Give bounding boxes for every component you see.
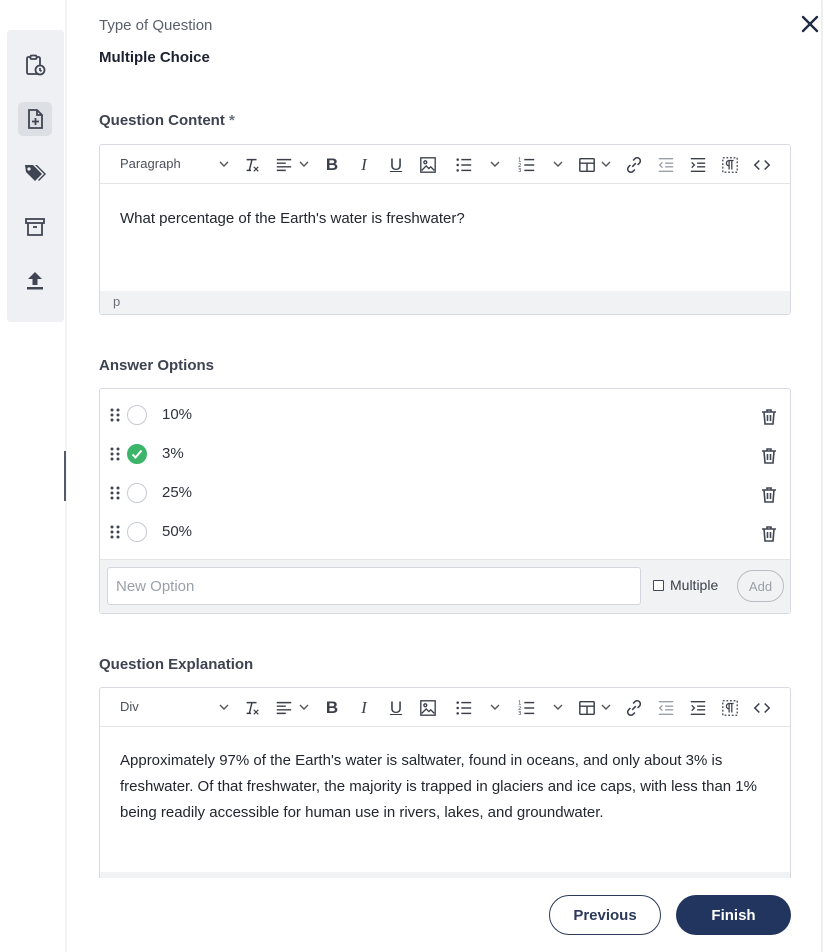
editor-footer-strip: [100, 872, 790, 878]
trash-icon[interactable]: [760, 408, 778, 426]
resize-handle[interactable]: [64, 451, 66, 501]
indent-icon[interactable]: [687, 154, 709, 176]
add-option-bar: Multiple Add: [100, 559, 790, 613]
answer-option-text[interactable]: 10%: [162, 406, 192, 423]
answer-option-text[interactable]: 25%: [162, 484, 192, 501]
numbered-list-icon[interactable]: 123: [516, 697, 538, 719]
archive-icon[interactable]: [18, 210, 52, 244]
bullet-list-icon[interactable]: [453, 154, 475, 176]
previous-button[interactable]: Previous: [549, 895, 661, 935]
add-option-button[interactable]: Add: [737, 570, 784, 602]
question-explanation-text[interactable]: Approximately 97% of the Earth's water i…: [100, 727, 790, 848]
chevron-down-icon[interactable]: [600, 158, 612, 170]
table-icon[interactable]: [576, 154, 598, 176]
chevron-down-icon[interactable]: [218, 701, 230, 713]
table-icon[interactable]: [576, 697, 598, 719]
numbered-list-icon[interactable]: 123: [516, 154, 538, 176]
side-rail: [7, 30, 64, 322]
answer-option-text[interactable]: 3%: [162, 445, 184, 462]
question-content-editor[interactable]: Paragraph B I U 123 What percentage of t…: [99, 144, 791, 315]
link-icon[interactable]: [623, 697, 645, 719]
image-icon[interactable]: [417, 697, 439, 719]
answer-options-label: Answer Options: [99, 357, 215, 374]
required-mark: *: [229, 112, 235, 129]
image-icon[interactable]: [417, 154, 439, 176]
correct-answer-radio[interactable]: [127, 483, 147, 503]
drag-handle-icon[interactable]: [110, 447, 120, 461]
chevron-down-icon[interactable]: [218, 158, 230, 170]
show-blocks-icon[interactable]: [719, 697, 741, 719]
show-blocks-icon[interactable]: [719, 154, 741, 176]
finish-button[interactable]: Finish: [676, 895, 791, 935]
answer-options-panel: 10% 3% 25% 50% Multiple Add: [99, 388, 791, 614]
tags-icon[interactable]: [18, 156, 52, 190]
clipboard-clock-icon[interactable]: [18, 48, 52, 82]
question-explanation-editor[interactable]: Div B I U 123 Approximately 97% of the E…: [99, 687, 791, 878]
source-code-icon[interactable]: [751, 697, 773, 719]
multiple-checkbox[interactable]: [653, 580, 664, 591]
answer-option-row: 10%: [100, 401, 790, 431]
question-content-text[interactable]: What percentage of the Earth's water is …: [100, 184, 790, 254]
clear-formatting-icon[interactable]: [241, 697, 263, 719]
chevron-down-icon[interactable]: [298, 701, 310, 713]
trash-icon[interactable]: [760, 447, 778, 465]
bold-icon[interactable]: B: [321, 697, 343, 719]
block-format-select[interactable]: Paragraph: [120, 156, 181, 171]
close-icon[interactable]: [798, 12, 822, 36]
check-icon: [131, 449, 143, 459]
bold-icon[interactable]: B: [321, 154, 343, 176]
drag-handle-icon[interactable]: [110, 486, 120, 500]
svg-text:3: 3: [518, 168, 521, 174]
trash-icon[interactable]: [760, 486, 778, 504]
correct-answer-radio[interactable]: [127, 522, 147, 542]
multiple-label[interactable]: Multiple: [670, 577, 718, 593]
question-type-label: Type of Question: [99, 17, 213, 34]
clear-formatting-icon[interactable]: [241, 154, 263, 176]
question-content-label: Question Content *: [99, 112, 235, 129]
indent-icon[interactable]: [687, 697, 709, 719]
chevron-down-icon[interactable]: [600, 701, 612, 713]
svg-text:3: 3: [518, 711, 521, 717]
drag-handle-icon[interactable]: [110, 408, 120, 422]
align-icon[interactable]: [273, 154, 295, 176]
answer-option-row: 3%: [100, 440, 790, 470]
editor-toolbar: Paragraph B I U 123: [100, 145, 790, 184]
bullet-list-icon[interactable]: [453, 697, 475, 719]
italic-icon[interactable]: I: [353, 154, 375, 176]
answer-option-row: 25%: [100, 479, 790, 509]
link-icon[interactable]: [623, 154, 645, 176]
correct-answer-radio[interactable]: [127, 405, 147, 425]
trash-icon[interactable]: [760, 525, 778, 543]
outdent-icon[interactable]: [655, 697, 677, 719]
left-panel: [0, 0, 67, 952]
chevron-down-icon[interactable]: [552, 701, 564, 713]
chevron-down-icon[interactable]: [489, 158, 501, 170]
question-type-value: Multiple Choice: [99, 49, 210, 66]
underline-icon[interactable]: U: [385, 697, 407, 719]
underline-icon[interactable]: U: [385, 154, 407, 176]
element-path: p: [100, 291, 790, 314]
chevron-down-icon[interactable]: [552, 158, 564, 170]
source-code-icon[interactable]: [751, 154, 773, 176]
correct-answer-radio[interactable]: [127, 444, 147, 464]
outdent-icon[interactable]: [655, 154, 677, 176]
drag-handle-icon[interactable]: [110, 525, 120, 539]
new-option-input[interactable]: [107, 567, 641, 605]
upload-icon[interactable]: [18, 264, 52, 298]
chevron-down-icon[interactable]: [489, 701, 501, 713]
editor-toolbar: Div B I U 123: [100, 688, 790, 727]
align-icon[interactable]: [273, 697, 295, 719]
question-explanation-label: Question Explanation: [99, 656, 254, 673]
block-format-select[interactable]: Div: [120, 699, 139, 714]
chevron-down-icon[interactable]: [298, 158, 310, 170]
file-plus-icon[interactable]: [18, 102, 52, 136]
italic-icon[interactable]: I: [353, 697, 375, 719]
question-content-label-text: Question Content: [99, 112, 225, 129]
answer-option-text[interactable]: 50%: [162, 523, 192, 540]
answer-option-row: 50%: [100, 518, 790, 548]
